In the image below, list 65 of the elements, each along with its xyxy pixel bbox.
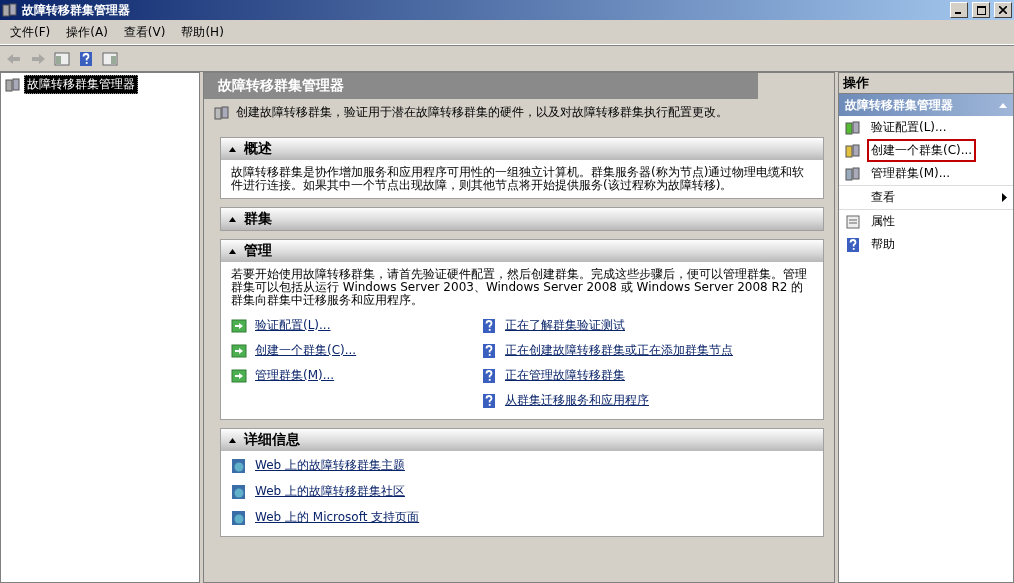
servers-icon bbox=[845, 119, 861, 136]
action-item[interactable]: 验证配置(L)... bbox=[869, 118, 949, 137]
section-text: 若要开始使用故障转移群集，请首先验证硬件配置，然后创建群集。完成这些步骤后，便可以管理群集。管理群集可以包括从运行 Windows Server 2003、Windows Server 2008 或 Windows Server 2008 R2 的群集向群集中迁移服务和应用程序。 bbox=[230, 266, 808, 309]
action-item[interactable]: 帮助 bbox=[869, 235, 897, 254]
link[interactable]: 管理群集(M)... bbox=[255, 367, 335, 384]
help-icon bbox=[481, 392, 497, 409]
section-header[interactable]: 概述 bbox=[221, 138, 823, 160]
section-title: 管理 bbox=[244, 242, 272, 260]
menu-item[interactable]: 操作(A) bbox=[60, 21, 114, 43]
window-title: 故障转移群集管理器 bbox=[22, 1, 131, 19]
section-title: 群集 bbox=[244, 210, 272, 228]
help-icon bbox=[481, 317, 497, 334]
action-item[interactable]: 属性 bbox=[869, 212, 897, 231]
collapse-icon bbox=[229, 248, 236, 254]
collapse-icon bbox=[999, 102, 1007, 108]
servers-icon bbox=[5, 76, 21, 93]
pane-icon bbox=[54, 50, 70, 67]
help-icon bbox=[78, 50, 94, 67]
collapse-icon bbox=[229, 216, 236, 222]
servers-icon bbox=[845, 165, 861, 182]
servers-icon bbox=[845, 142, 861, 159]
panel-title: 故障转移群集管理器 bbox=[204, 73, 758, 99]
menu-item[interactable]: 文件(F) bbox=[4, 21, 57, 43]
link[interactable]: Web 上的故障转移群集主题 bbox=[255, 457, 405, 474]
help-icon bbox=[845, 236, 861, 253]
action-item[interactable]: 查看 bbox=[869, 188, 994, 207]
section-header[interactable]: 管理 bbox=[221, 240, 823, 262]
globe-icon bbox=[231, 509, 247, 526]
menu-item[interactable]: 帮助(H) bbox=[175, 21, 230, 43]
section-header[interactable]: 详细信息 bbox=[221, 429, 823, 451]
menu-item[interactable]: 查看(V) bbox=[117, 21, 172, 43]
help-icon bbox=[481, 342, 497, 359]
minimize-button[interactable] bbox=[950, 2, 968, 18]
link[interactable]: 正在管理故障转移群集 bbox=[505, 367, 625, 384]
action-item[interactable]: 创建一个群集(C)... bbox=[869, 141, 975, 160]
group-title: 故障转移群集管理器 bbox=[845, 96, 953, 114]
collapse-icon bbox=[229, 146, 236, 152]
servers-icon bbox=[214, 105, 230, 121]
actions-title: 操作 bbox=[839, 73, 1013, 94]
submenu-arrow-icon bbox=[1002, 193, 1007, 202]
maximize-icon bbox=[976, 5, 986, 15]
help-icon bbox=[481, 367, 497, 384]
tree-item[interactable]: 故障转移群集管理器 bbox=[24, 75, 138, 94]
action-item[interactable]: 管理群集(M)... bbox=[869, 164, 953, 183]
section-header[interactable]: 群集 bbox=[221, 208, 823, 230]
app-icon bbox=[2, 2, 18, 18]
link[interactable]: 正在创建故障转移群集或正在添加群集节点 bbox=[505, 342, 733, 359]
properties-icon bbox=[845, 213, 861, 230]
collapse-icon bbox=[229, 437, 236, 443]
globe-icon bbox=[231, 457, 247, 474]
section-title: 概述 bbox=[244, 140, 272, 158]
section-text: 故障转移群集是协作增加服务和应用程序可用性的一组独立计算机。群集服务器(称为节点)通过物理电缆和软件进行连接。如果其中一个节点出现故障，则其他节点将开始提供服务(该过程称为故障转移)。 bbox=[230, 164, 806, 194]
link[interactable]: 验证配置(L)... bbox=[255, 317, 331, 334]
link[interactable]: 从群集迁移服务和应用程序 bbox=[505, 392, 649, 409]
link[interactable]: 创建一个群集(C)... bbox=[255, 342, 357, 359]
section-title: 详细信息 bbox=[244, 431, 300, 449]
intro-text: 创建故障转移群集，验证用于潜在故障转移群集的硬件，以及对故障转移群集执行配置更改。 bbox=[236, 105, 728, 119]
pane-icon bbox=[102, 50, 118, 67]
close-icon bbox=[999, 6, 1007, 14]
link[interactable]: Web 上的故障转移群集社区 bbox=[255, 483, 405, 500]
link[interactable]: Web 上的 Microsoft 支持页面 bbox=[255, 509, 420, 526]
globe-icon bbox=[231, 483, 247, 500]
link[interactable]: 正在了解群集验证测试 bbox=[505, 317, 625, 334]
close-button[interactable] bbox=[994, 2, 1012, 18]
maximize-button[interactable] bbox=[972, 2, 990, 18]
